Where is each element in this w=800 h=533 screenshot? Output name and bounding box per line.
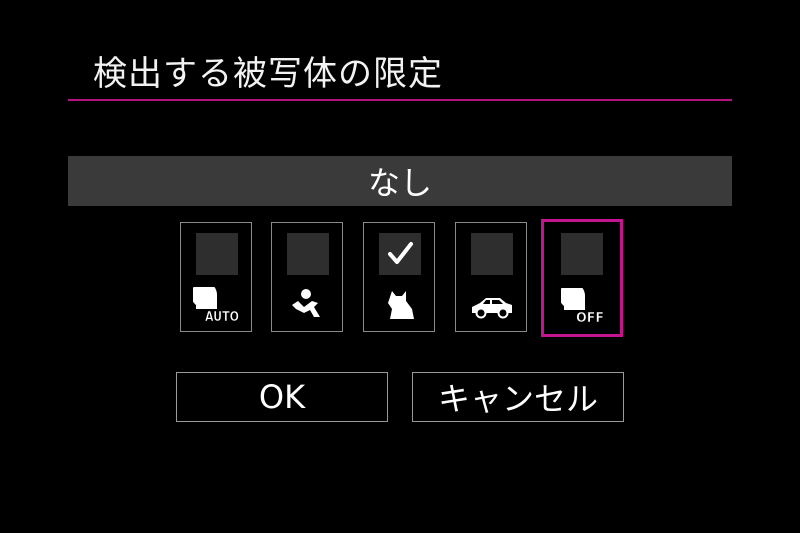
title-divider: [68, 99, 732, 101]
animal-icon: [376, 287, 424, 323]
option-auto[interactable]: AUTO: [180, 222, 252, 332]
option-vehicles[interactable]: [455, 222, 527, 332]
option-off-checkbox[interactable]: [561, 233, 603, 275]
selection-bar: なし: [68, 156, 732, 206]
checkmark-icon: [388, 242, 413, 264]
ok-button-label: OK: [258, 378, 306, 416]
option-animals-checkbox[interactable]: [379, 233, 421, 275]
subject-auto-icon: AUTO: [191, 281, 241, 325]
selection-label: なし: [367, 164, 432, 202]
option-people[interactable]: [271, 222, 343, 332]
option-off[interactable]: OFF: [541, 219, 623, 337]
screen-title: 検出する被写体の限定: [93, 54, 443, 94]
option-animals[interactable]: [363, 222, 435, 332]
person-icon: [284, 287, 332, 323]
cancel-button[interactable]: キャンセル: [412, 372, 624, 422]
option-people-checkbox[interactable]: [287, 233, 329, 275]
svg-text:OFF: OFF: [576, 311, 604, 324]
vehicle-icon: [468, 287, 516, 323]
cancel-button-label: キャンセル: [437, 380, 598, 418]
option-vehicles-checkbox[interactable]: [471, 233, 513, 275]
ok-button[interactable]: OK: [176, 372, 388, 422]
svg-text:AUTO: AUTO: [205, 310, 239, 323]
option-auto-checkbox[interactable]: [196, 233, 238, 275]
subject-off-icon: OFF: [559, 282, 609, 326]
